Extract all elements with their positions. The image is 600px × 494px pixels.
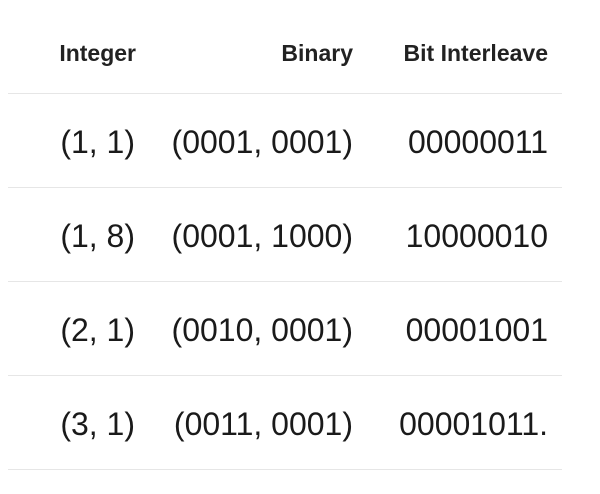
cell-binary: (0011, 0001) [173, 406, 353, 442]
table-row: (1, 8) (0001, 1000) 10000010 [8, 188, 562, 282]
cell-integer: (2, 1) [60, 312, 135, 348]
table-row: (1, 1) (0001, 0001) 00000011 [8, 94, 562, 188]
cell-integer: (1, 8) [60, 218, 135, 254]
cell-binary: (0001, 1000) [171, 218, 353, 254]
header-bit-interleave: Bit Interleave [403, 40, 548, 66]
table-row: (3, 1) (0011, 0001) 00001011. [8, 376, 562, 470]
cell-bit-interleave: 00001011. [399, 406, 548, 442]
cell-binary: (0010, 0001) [171, 312, 353, 348]
cell-integer: (1, 1) [60, 124, 135, 160]
header-binary: Binary [281, 40, 353, 66]
data-table: Integer Binary Bit Interleave (1, 1) (00… [8, 0, 562, 470]
cell-bit-interleave: 10000010 [405, 218, 548, 254]
table-row: (2, 1) (0010, 0001) 00001001 [8, 282, 562, 376]
cell-binary: (0001, 0001) [171, 124, 353, 160]
header-integer: Integer [59, 40, 136, 66]
cell-bit-interleave: 00000011 [408, 124, 548, 160]
table-header-row: Integer Binary Bit Interleave [8, 0, 562, 94]
cell-integer: (3, 1) [60, 406, 135, 442]
cell-bit-interleave: 00001001 [405, 312, 548, 348]
